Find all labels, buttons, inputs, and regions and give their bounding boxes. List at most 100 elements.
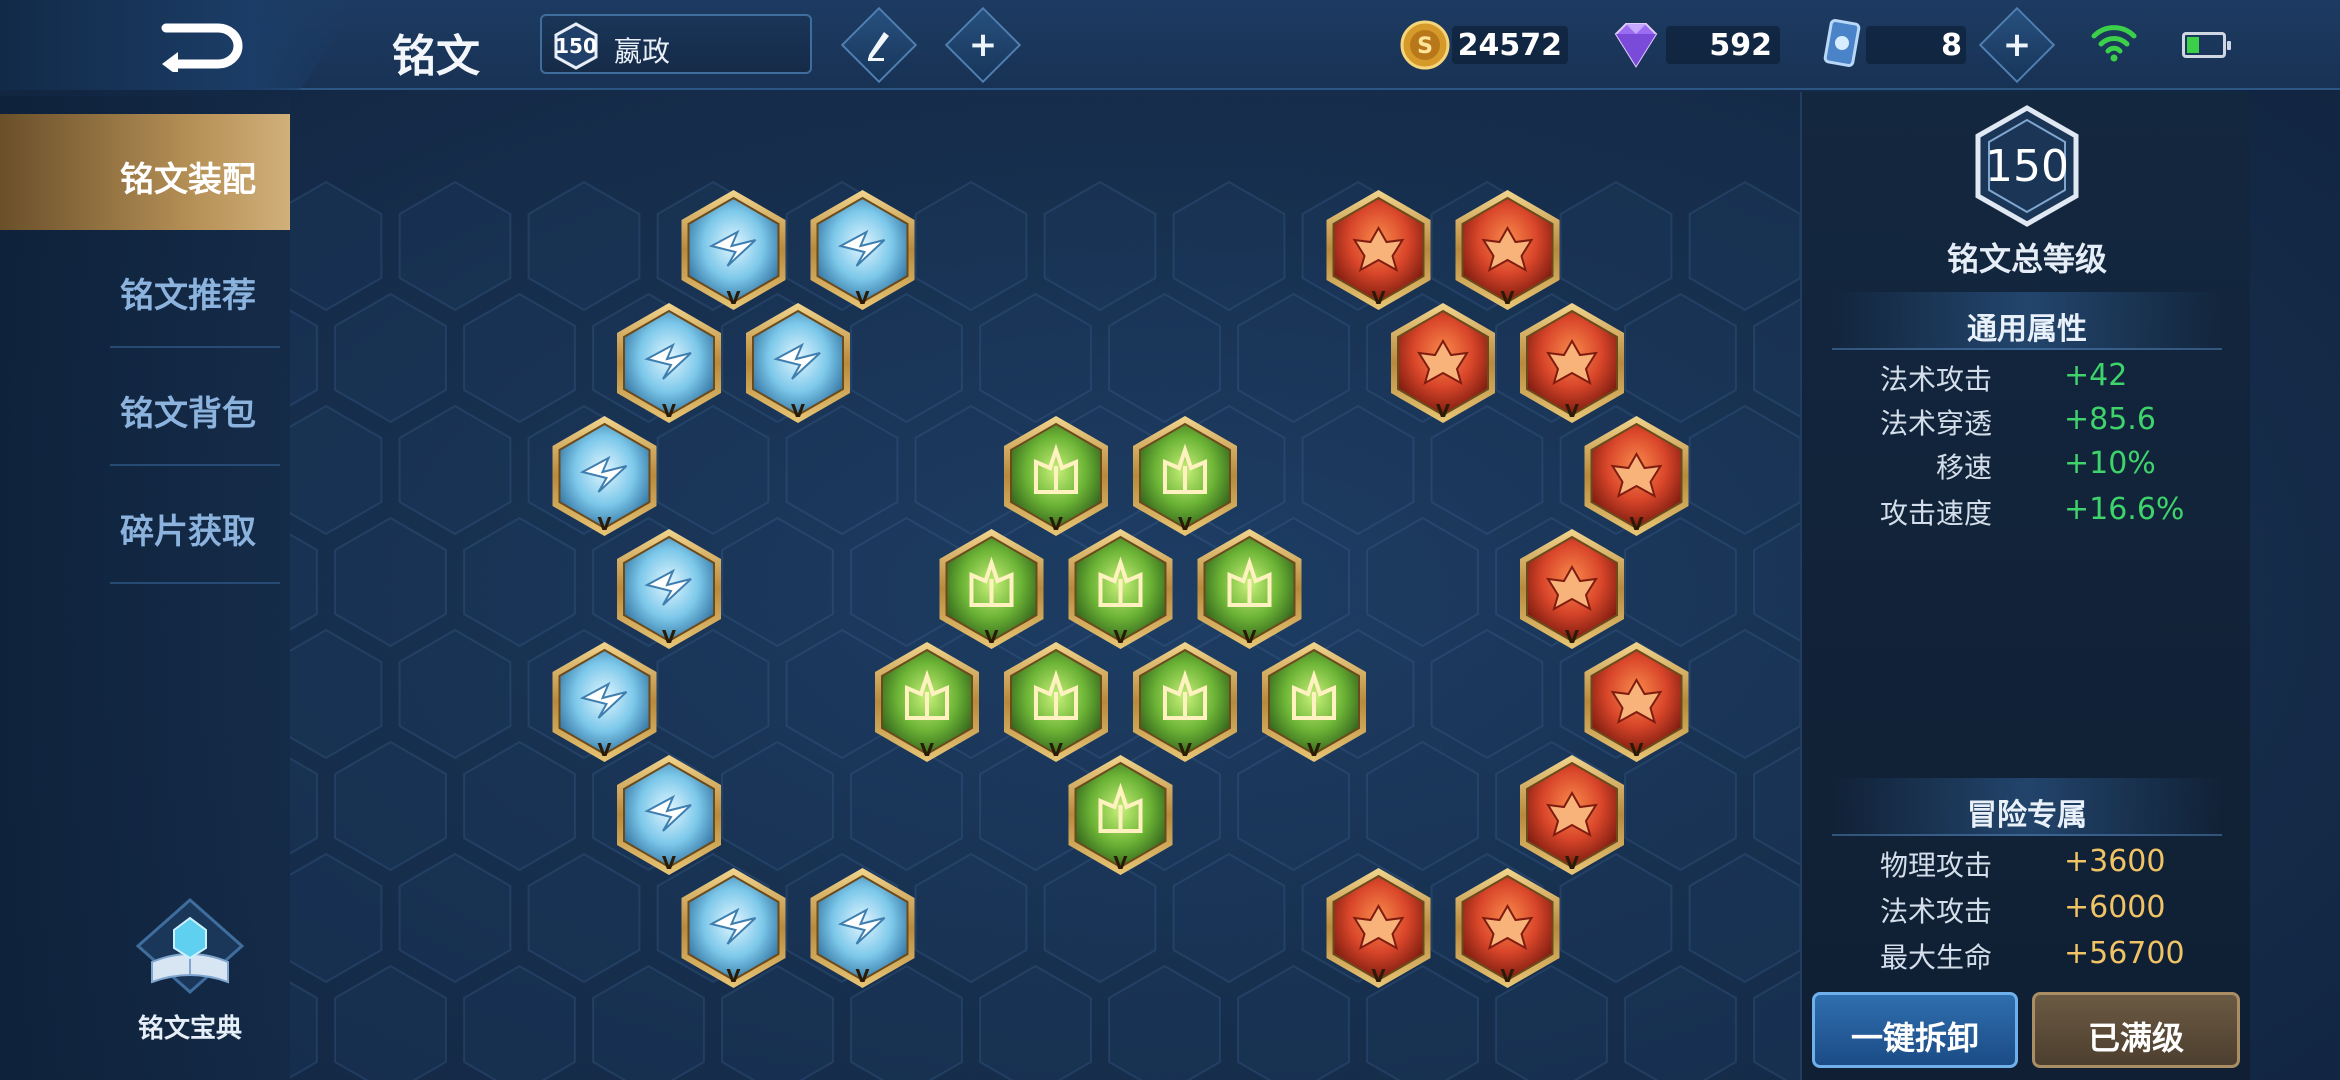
top-bar: 铭文 150 嬴政 + S 24572 592 8 + — [0, 0, 2340, 90]
svg-text:V: V — [1565, 627, 1579, 648]
empty-hex-slot — [1237, 740, 1350, 872]
empty-hex-slot — [979, 964, 1092, 1080]
player-info[interactable]: 150 嬴政 — [540, 14, 812, 74]
svg-text:V: V — [791, 401, 805, 422]
stat-value: +85.6 — [2064, 402, 2156, 437]
svg-text:V: V — [1372, 288, 1386, 309]
rune-board-grid: V V V V V V V V V V V V V V V V V V V V V V V V V V V V V V — [11, 180, 2340, 1080]
attribute-panel: 150 铭文总等级 通用属性 法术攻击 +42 法术穿透 +85.6 移速 +1… — [1800, 92, 2250, 1080]
gem-amount: 592 — [1709, 28, 1772, 63]
stat-row: 物理攻击 +3600 — [1802, 840, 2252, 884]
empty-hex-slot — [721, 740, 834, 872]
page-title: 铭文 — [392, 31, 480, 82]
empty-hex-slot — [205, 292, 318, 424]
svg-text:V: V — [1565, 853, 1579, 874]
svg-text:V: V — [598, 514, 612, 535]
stat-value: +10% — [2064, 446, 2156, 481]
empty-hex-slot — [1301, 404, 1415, 536]
battery-icon — [2182, 32, 2231, 58]
empty-hex-slot — [1366, 516, 1479, 648]
empty-hex-slot — [1559, 180, 1673, 312]
empty-hex-slot — [1624, 740, 1737, 872]
sidebar-item-label: 铭文推荐 — [120, 276, 256, 316]
button-label: 一键拆卸 — [1850, 1019, 1979, 1057]
svg-text:V: V — [1436, 401, 1450, 422]
max-level-button[interactable]: 已满级 — [2032, 992, 2240, 1068]
empty-hex-slot — [1172, 180, 1286, 312]
gold-coin-icon: S — [1400, 20, 1450, 70]
empty-hex-slot — [527, 180, 641, 312]
total-level-badge: 150 — [1972, 104, 2082, 228]
svg-text:V: V — [1307, 740, 1321, 761]
empty-hex-slot — [269, 180, 383, 312]
sidebar: 铭文装配 铭文推荐 铭文背包 碎片获取 铭文宝典 — [0, 96, 290, 1080]
stat-row: 法术穿透 +85.6 — [1802, 398, 2252, 442]
empty-hex-slot — [1688, 180, 1802, 312]
svg-text:V: V — [662, 401, 676, 422]
stat-name: 攻击速度 — [1879, 497, 1992, 530]
svg-text:V: V — [1114, 627, 1128, 648]
one-click-unload-button[interactable]: 一键拆卸 — [1812, 992, 2018, 1068]
empty-hex-slot — [1108, 292, 1221, 424]
sidebar-item-label: 碎片获取 — [120, 512, 256, 552]
empty-hex-slot — [398, 628, 512, 760]
empty-hex-slot — [1043, 180, 1157, 312]
empty-hex-slot — [205, 964, 318, 1080]
empty-hex-slot — [1430, 628, 1544, 760]
empty-hex-slot — [592, 964, 705, 1080]
svg-text:V: V — [598, 740, 612, 761]
back-button[interactable] — [0, 0, 360, 90]
empty-hex-slot — [527, 852, 641, 984]
wifi-icon — [2091, 25, 2137, 62]
player-level-value: 150 — [555, 34, 597, 58]
add-page-button[interactable]: + — [944, 6, 1022, 84]
ticket-amount: 8 — [1941, 28, 1962, 63]
divider — [110, 582, 280, 584]
svg-text:V: V — [1630, 514, 1644, 535]
empty-hex-slot — [269, 404, 383, 536]
svg-text:V: V — [1049, 740, 1063, 761]
stat-row: 最大生命 +56700 — [1802, 932, 2252, 976]
sidebar-item-rune-equip[interactable]: 铭文装配 — [0, 114, 290, 230]
empty-hex-slot — [463, 740, 576, 872]
stat-value: +56700 — [2064, 936, 2185, 971]
stat-value: +3600 — [2064, 844, 2166, 879]
svg-text:V: V — [1114, 853, 1128, 874]
svg-text:V: V — [856, 288, 870, 309]
player-name: 嬴政 — [614, 35, 671, 68]
adventure-attributes-header: 冒险专属 — [1832, 778, 2222, 836]
svg-text:V: V — [727, 288, 741, 309]
empty-hex-slot — [656, 628, 770, 760]
stat-name: 移速 — [1935, 451, 1992, 484]
empty-hex-slot — [334, 964, 447, 1080]
sidebar-item-rune-recommend[interactable]: 铭文推荐 — [0, 230, 290, 346]
svg-text:V: V — [920, 740, 934, 761]
svg-text:V: V — [662, 627, 676, 648]
empty-hex-slot — [205, 516, 318, 648]
empty-hex-slot — [1688, 404, 1802, 536]
gem-currency[interactable]: 592 — [1608, 18, 1780, 72]
empty-hex-slot — [463, 964, 576, 1080]
edit-button[interactable] — [840, 6, 918, 84]
empty-hex-slot — [1172, 852, 1286, 984]
gold-amount: 24572 — [1457, 28, 1562, 63]
empty-hex-slot — [721, 516, 834, 648]
sidebar-item-rune-bag[interactable]: 铭文背包 — [0, 348, 290, 464]
sidebar-item-fragment-source[interactable]: 碎片获取 — [0, 466, 290, 582]
gold-currency[interactable]: S 24572 — [1400, 18, 1570, 72]
empty-hex-slot — [1688, 628, 1802, 760]
ticket-currency[interactable]: 8 — [1820, 18, 1970, 72]
svg-text:V: V — [1630, 740, 1644, 761]
rune-codex-button[interactable]: 铭文宝典 — [120, 896, 260, 1046]
empty-hex-slot — [1624, 516, 1737, 648]
empty-hex-slot — [334, 740, 447, 872]
add-ticket-button[interactable]: + — [1978, 6, 2056, 84]
empty-hex-slot — [398, 404, 512, 536]
svg-text:V: V — [856, 966, 870, 987]
svg-text:V: V — [1049, 514, 1063, 535]
empty-hex-slot — [1043, 852, 1157, 984]
empty-hex-slot — [1237, 292, 1350, 424]
plus-icon: + — [968, 25, 998, 65]
stat-name: 物理攻击 — [1879, 849, 1992, 882]
button-label: 已满级 — [2087, 1019, 2184, 1057]
